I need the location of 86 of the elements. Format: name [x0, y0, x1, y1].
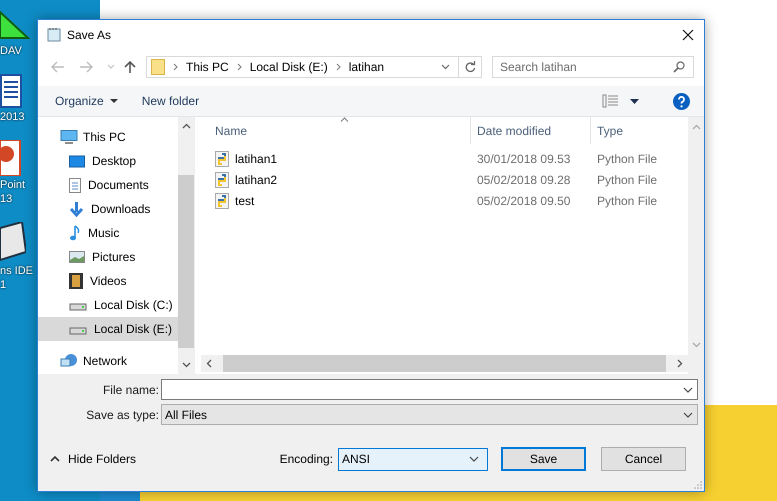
sidebar-item[interactable]: Downloads: [38, 197, 178, 221]
film-icon: [69, 273, 83, 289]
sidebar-item[interactable]: Local Disk (C:): [38, 293, 178, 317]
close-icon[interactable]: [682, 28, 694, 40]
notepad-icon: [47, 27, 61, 42]
toolbar-button[interactable]: Organize: [55, 94, 118, 108]
date-cell-text: 30/01/2018 09.53: [476, 152, 572, 166]
breadcrumb-item[interactable]: This PC: [186, 60, 229, 74]
desktop-icon: [69, 154, 85, 168]
search-icon: [673, 61, 685, 73]
encoding-label: Encoding:: [280, 452, 333, 466]
hide-folders-button[interactable]: Hide Folders: [50, 452, 136, 466]
music-note-icon: [69, 225, 81, 241]
save-button[interactable]: Save: [501, 447, 586, 471]
sidebar-item[interactable]: This PC: [38, 125, 178, 149]
python-file-icon: [215, 172, 229, 188]
file-name-field[interactable]: [161, 379, 698, 400]
sidebar-item[interactable]: Documents: [38, 173, 178, 197]
help-icon[interactable]: [673, 92, 690, 110]
column-header[interactable]: Type: [590, 117, 680, 144]
window-title: Save As: [67, 28, 112, 42]
sidebar-item[interactable]: Videos: [38, 269, 178, 293]
chevron-down-icon[interactable]: [683, 387, 693, 393]
field-label: File name:: [102, 382, 160, 396]
file-name-cell[interactable]: latihan2: [200, 172, 470, 188]
date-cell-text: 05/02/2018 09.28: [476, 172, 572, 186]
file-type-dropdown[interactable]: All Files: [161, 404, 698, 425]
sort-caret-icon: [340, 117, 349, 122]
folder-icon: [151, 59, 165, 75]
network-icon: [60, 354, 78, 368]
refresh-icon: [464, 61, 476, 73]
date-cell-text: 05/02/2018 09.50: [476, 194, 572, 208]
chevron-down-icon[interactable]: [441, 64, 450, 70]
desktop-icon-label[interactable]: DAV: [0, 44, 22, 58]
picture-icon: [69, 251, 85, 263]
desktop-icon-label[interactable]: Point: [0, 178, 26, 192]
python-file-icon: [215, 150, 229, 166]
encoding-dropdown[interactable]: ANSI: [338, 448, 488, 470]
download-arrow-icon: [69, 202, 84, 216]
chevron-right-icon: [173, 63, 178, 71]
triangle-icon[interactable]: [0, 8, 30, 42]
chevron-left-icon[interactable]: [206, 359, 212, 368]
box-icon[interactable]: [0, 222, 26, 262]
sidebar-item[interactable]: Pictures: [38, 245, 178, 269]
document-icon: [69, 178, 81, 192]
computer-icon: [60, 130, 78, 144]
type-cell-text: Python File: [596, 172, 658, 186]
type-cell-text: Python File: [596, 152, 658, 166]
scrollbar-thumb[interactable]: [178, 175, 194, 348]
type-cell-text: Python File: [596, 194, 658, 208]
column-header[interactable]: Name: [200, 117, 470, 144]
column-header[interactable]: Date modified: [470, 117, 590, 144]
file-name-cell[interactable]: latihan1: [200, 150, 470, 166]
breadcrumb-item[interactable]: Local Disk (E:): [250, 60, 328, 74]
search-field[interactable]: Search latihan: [492, 56, 694, 78]
cancel-button[interactable]: Cancel: [601, 447, 686, 471]
chevron-right-icon: [236, 63, 242, 71]
resize-grip-icon[interactable]: [694, 481, 702, 489]
address-bar[interactable]: This PC Local Disk (E:) latihan: [146, 56, 482, 78]
desktop-icon-label[interactable]: ns IDE: [0, 264, 34, 278]
chevron-down-icon: [469, 456, 479, 462]
desktop-icon-label[interactable]: 2013: [0, 110, 24, 124]
up-arrow-icon[interactable]: [124, 60, 136, 74]
toolbar-button[interactable]: New folder: [142, 94, 200, 108]
sidebar-item[interactable]: Music: [38, 221, 178, 245]
field-label: Save as type:: [85, 408, 160, 422]
chevron-up-icon[interactable]: [182, 123, 190, 129]
slides-icon[interactable]: [0, 140, 22, 176]
sidebar-item[interactable]: Desktop: [38, 149, 178, 173]
caret-icon: [110, 98, 118, 104]
desktop-icon-label[interactable]: 13: [0, 192, 12, 206]
details-view-icon[interactable]: [602, 94, 618, 108]
caret-icon[interactable]: [630, 98, 639, 104]
scrollbar[interactable]: [178, 117, 194, 374]
sidebar-item[interactable]: Local Disk (E:): [38, 317, 178, 341]
breadcrumb-item[interactable]: latihan: [348, 60, 384, 74]
file-name-cell[interactable]: test: [200, 192, 470, 208]
python-file-icon: [215, 192, 229, 208]
chevron-right-icon: [336, 63, 341, 71]
chevron-down-icon: [683, 412, 693, 418]
document-icon[interactable]: [0, 74, 22, 108]
chevron-up-icon: [50, 456, 60, 462]
sidebar-item[interactable]: Network: [38, 349, 178, 373]
chevron-down-icon[interactable]: [182, 362, 190, 368]
desktop-icon-label[interactable]: 1: [0, 278, 6, 292]
chevron-right-icon[interactable]: [677, 359, 683, 368]
